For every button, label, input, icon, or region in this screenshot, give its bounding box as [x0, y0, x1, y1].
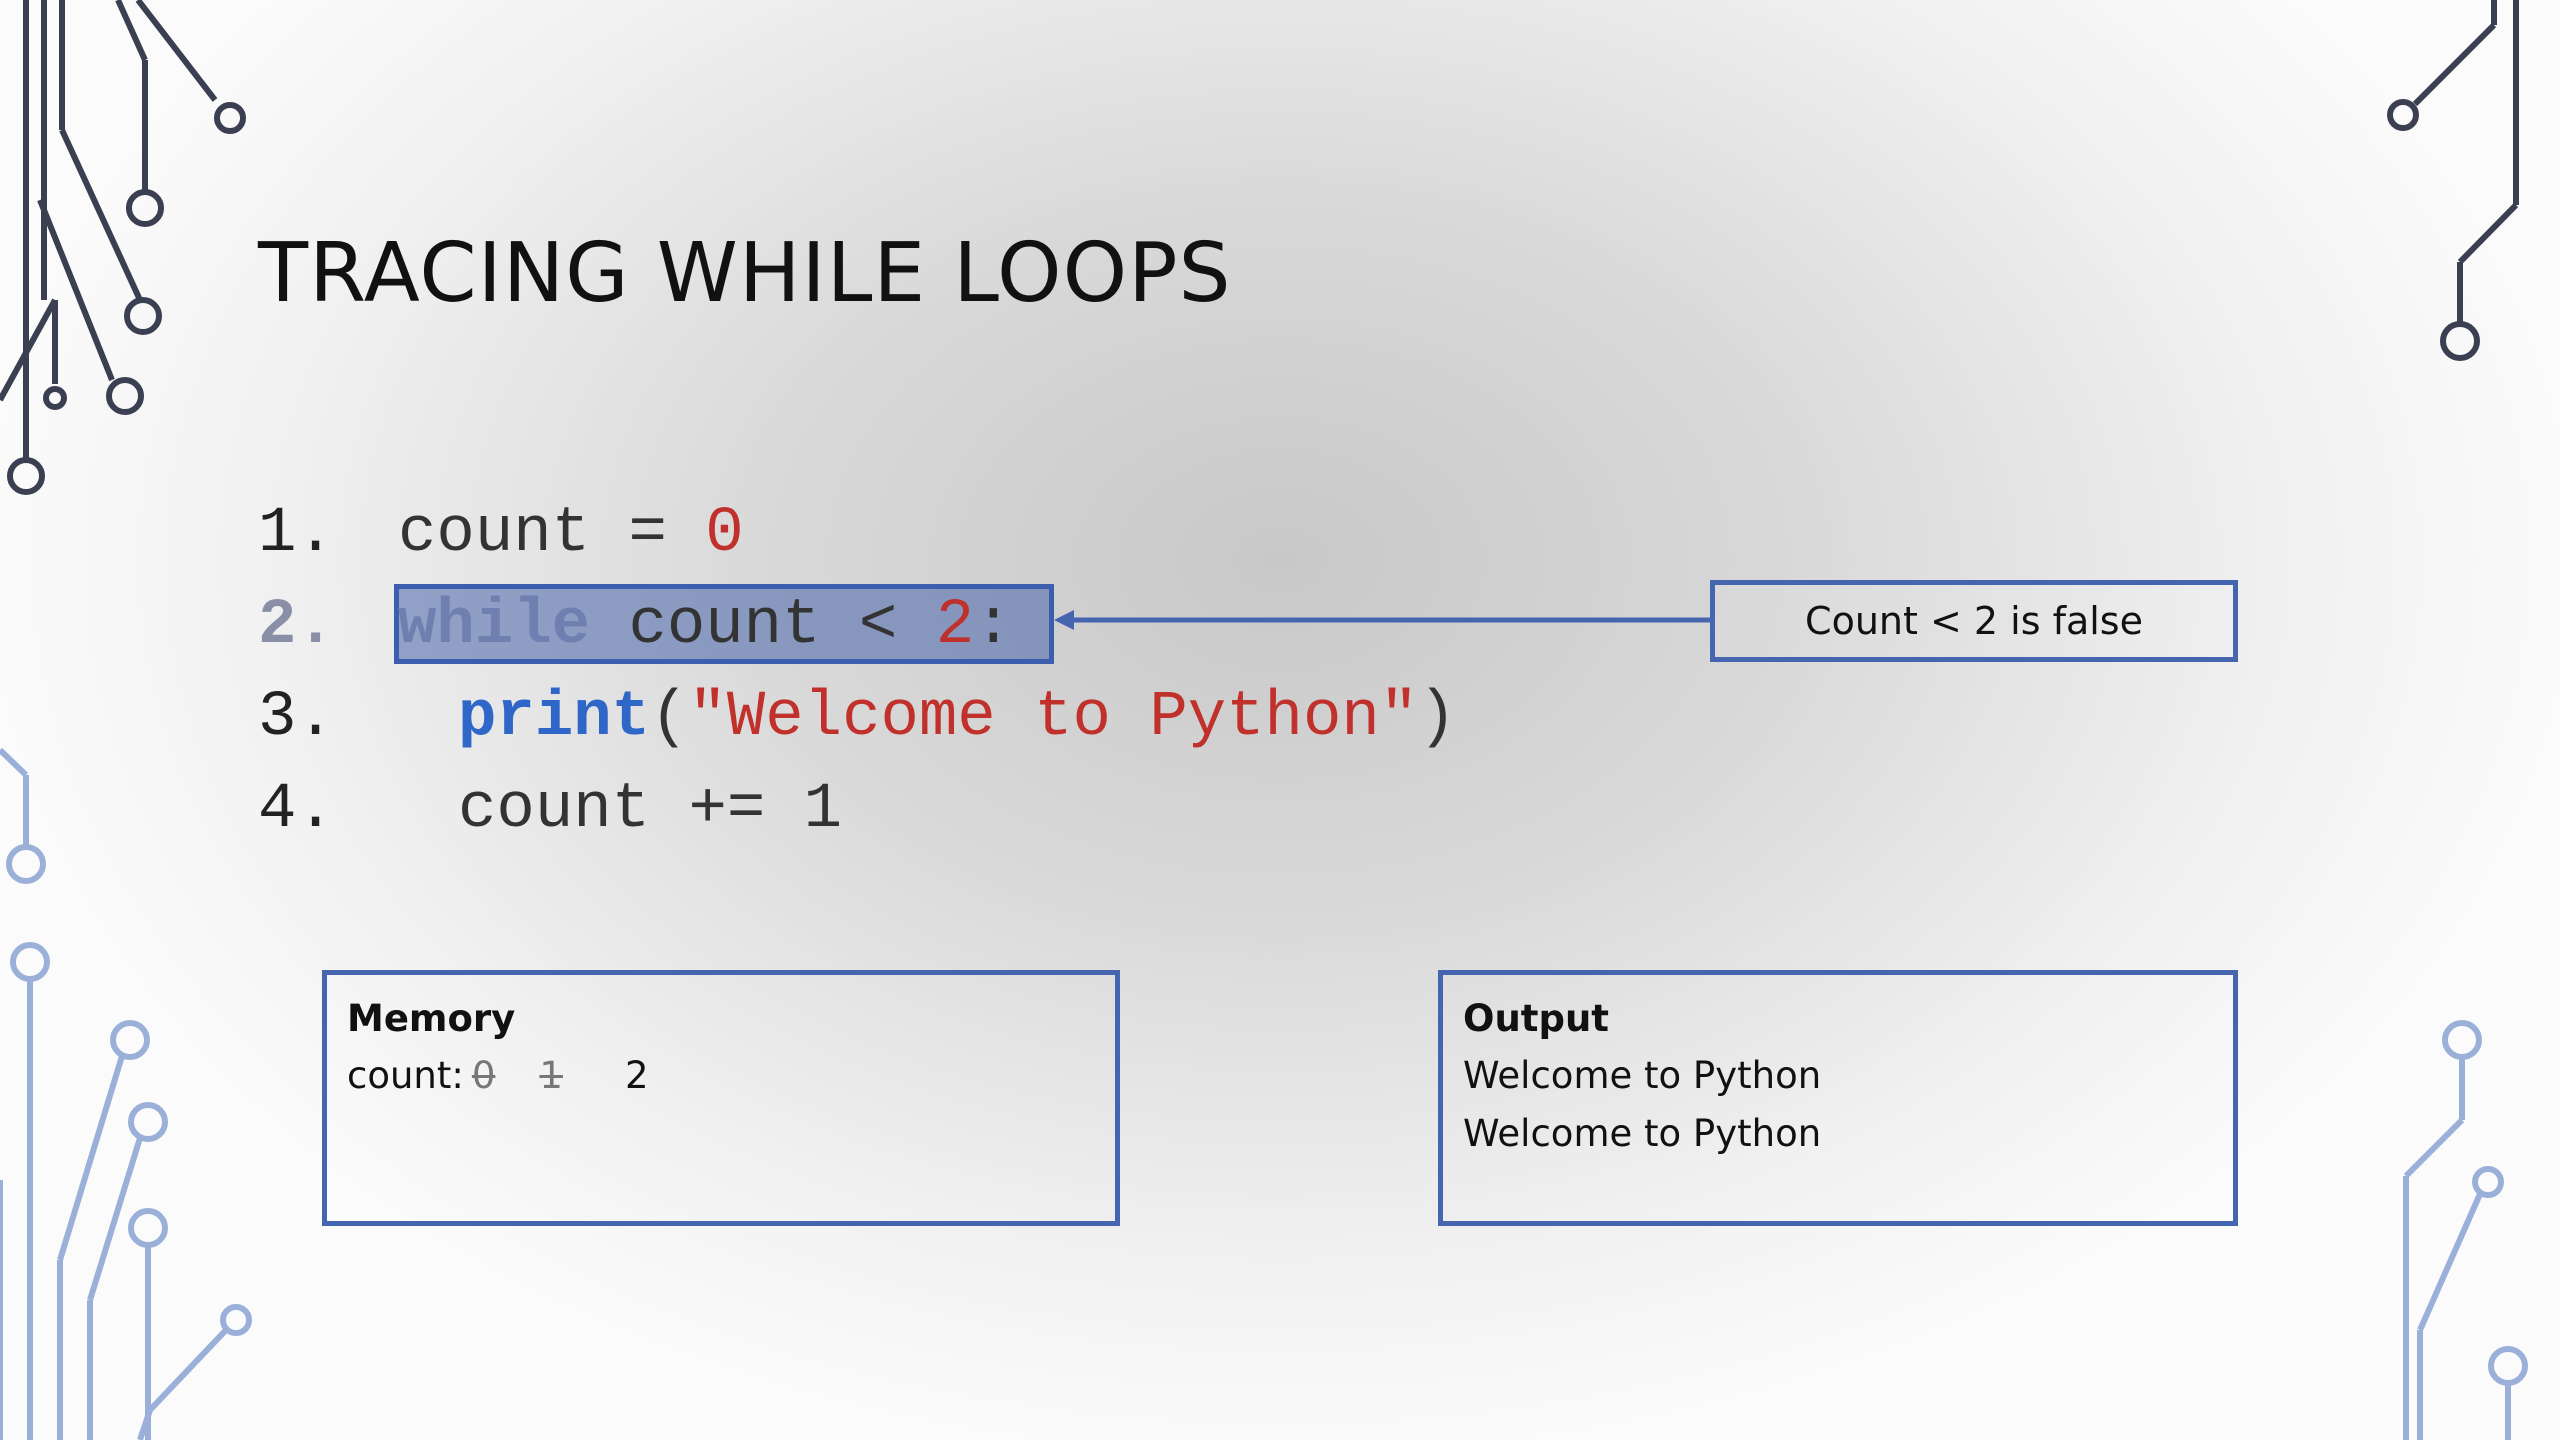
code-text: (: [650, 682, 689, 754]
output-panel: Output Welcome to Python Welcome to Pyth…: [1438, 970, 2238, 1226]
code-text: count += 1: [458, 774, 843, 846]
code-number: 0: [705, 498, 744, 570]
memory-title: Memory: [347, 997, 516, 1040]
output-line: Welcome to Python: [1463, 1054, 1822, 1097]
memory-row: count: 0 1 2: [347, 1047, 1095, 1105]
code-number: 2: [935, 590, 975, 662]
slide-title: TRACING WHILE LOOPS: [258, 226, 1232, 321]
output-line: Welcome to Python: [1463, 1112, 1822, 1155]
code-string: "Welcome to Python": [688, 682, 1419, 754]
line-number: 1.: [258, 498, 335, 570]
code-block: 1. count = 0 2. while count < 2: 3. print("…: [258, 488, 1457, 856]
code-text: count =: [398, 498, 706, 570]
code-line-2: 2. while count < 2:: [258, 580, 1457, 672]
memory-panel: Memory count: 0 1 2: [322, 970, 1120, 1226]
code-text: ): [1418, 682, 1457, 754]
line-number: 4.: [258, 774, 335, 846]
callout-text: Count < 2 is false: [1805, 599, 2143, 643]
memory-old-value: 1: [539, 1054, 563, 1097]
code-text: count <: [590, 590, 936, 662]
output-title: Output: [1463, 997, 1609, 1040]
memory-old-value: 0: [471, 1054, 496, 1097]
code-line-4: 4. count += 1: [258, 764, 1457, 856]
code-line-1: 1. count = 0: [258, 488, 1457, 580]
memory-current-value: 2: [624, 1054, 649, 1097]
memory-variable-label: count:: [347, 1054, 464, 1097]
code-keyword: while: [398, 590, 591, 662]
line-number: 3.: [258, 682, 335, 754]
line-number: 2.: [258, 590, 335, 662]
code-text: :: [974, 590, 1013, 662]
code-keyword: print: [458, 682, 651, 754]
condition-callout: Count < 2 is false: [1710, 580, 2238, 662]
code-line-3: 3. print("Welcome to Python"): [258, 672, 1457, 764]
